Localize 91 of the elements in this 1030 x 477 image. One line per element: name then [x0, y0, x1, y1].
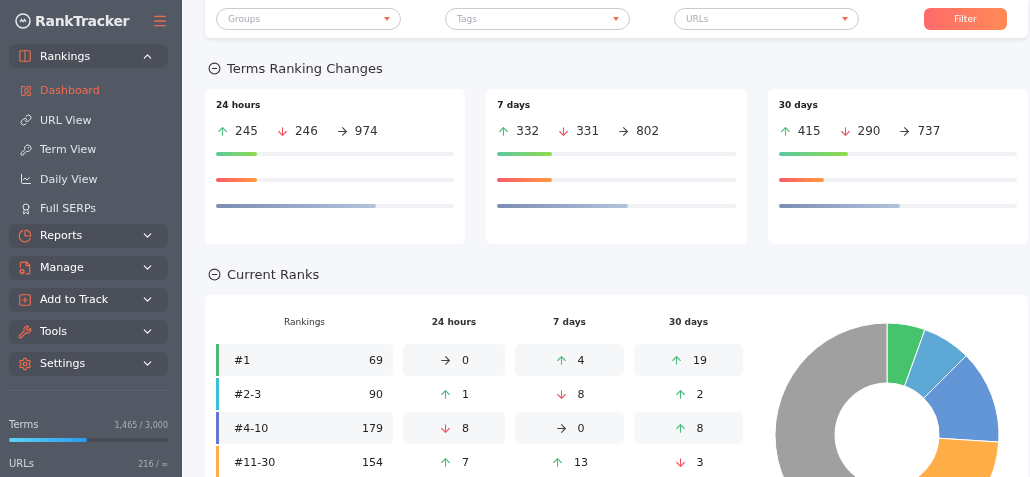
period-label: 24 hours — [216, 100, 262, 111]
column-header: 30 days — [667, 317, 710, 330]
arrow-up-icon — [216, 124, 229, 138]
arrow-up-icon — [554, 353, 568, 367]
key-icon — [20, 143, 32, 156]
change-value: 8 — [577, 387, 585, 401]
logo-text: RankTracker — [35, 13, 130, 29]
unchanged-count: 737 — [917, 124, 941, 139]
rank-count: 90 — [369, 387, 383, 401]
usage-label: URLs — [9, 457, 35, 469]
column-header: Rankings — [282, 317, 327, 330]
plus-square-icon — [18, 292, 32, 307]
usage-reading: 216 / ∞ — [138, 459, 168, 469]
logo-icon — [15, 13, 31, 29]
change-value: 2 — [696, 387, 704, 401]
up-count: 415 — [797, 124, 821, 139]
section-title: Current Ranks — [227, 267, 320, 283]
caret-icon — [842, 17, 848, 22]
arrow-up-icon — [673, 421, 687, 435]
change-value: 8 — [696, 421, 704, 435]
arrow-right-icon — [898, 124, 912, 138]
line-chart-icon — [20, 173, 32, 186]
wrench-icon — [18, 324, 32, 339]
column-header: 7 days — [552, 317, 587, 330]
nav-group[interactable]: Reports — [9, 223, 168, 248]
arrow-down-icon — [557, 124, 571, 138]
arrow-right-icon — [554, 421, 568, 435]
link-icon — [20, 114, 32, 127]
arrow-up-icon — [551, 455, 564, 469]
pie-chart-icon — [18, 228, 32, 243]
arrow-up-icon — [670, 353, 683, 367]
arrow-right-icon — [335, 124, 349, 138]
arrow-up-icon — [778, 124, 792, 138]
rank-label: #1 — [234, 353, 251, 367]
change-value: 0 — [577, 421, 585, 435]
section-title: Terms Ranking Changes — [227, 61, 383, 77]
rank-count: 179 — [362, 421, 383, 435]
caret-icon — [384, 17, 390, 22]
columns-icon — [18, 49, 32, 63]
down-count: 331 — [576, 124, 600, 139]
nav-item[interactable]: Term View — [9, 135, 168, 165]
change-value: 4 — [577, 353, 585, 367]
arrow-down-icon — [439, 421, 452, 435]
change-value: 19 — [693, 353, 707, 367]
file-gear-icon — [18, 260, 32, 275]
collapse-icon[interactable] — [208, 268, 221, 282]
nav-group[interactable]: Manage — [9, 255, 168, 280]
arrow-up-icon — [439, 387, 452, 401]
down-count: 246 — [294, 124, 318, 139]
rank-label: #2-3 — [234, 387, 262, 401]
nav-group[interactable]: Rankings — [9, 44, 168, 68]
column-header: 24 hours — [430, 317, 478, 330]
change-value: 1 — [462, 387, 469, 401]
rank-label: #4-10 — [234, 421, 269, 435]
arrow-down-icon — [275, 124, 289, 138]
up-count: 332 — [516, 124, 540, 139]
unchanged-count: 802 — [636, 124, 660, 139]
award-icon — [20, 202, 32, 215]
nav-group[interactable]: Tools — [9, 319, 168, 344]
collapse-icon[interactable] — [208, 62, 221, 76]
change-value: 0 — [462, 353, 469, 367]
rank-label: #11-30 — [234, 455, 276, 469]
arrow-down-icon — [673, 455, 687, 469]
arrow-down-icon — [838, 124, 852, 138]
nav-item[interactable]: Full SERPs — [9, 194, 168, 224]
nav-item[interactable]: Daily View — [9, 164, 168, 194]
rank-count: 154 — [362, 455, 383, 469]
up-count: 245 — [235, 124, 258, 139]
arrow-up-icon — [673, 387, 687, 401]
unchanged-count: 974 — [354, 124, 378, 139]
arrow-up-icon — [497, 124, 511, 138]
arrow-right-icon — [617, 124, 631, 138]
nav-item[interactable]: URL View — [9, 105, 168, 135]
arrow-right-icon — [439, 353, 452, 367]
usage-label: Terms — [9, 418, 39, 430]
layout-icon — [20, 84, 32, 97]
change-value: 3 — [696, 455, 704, 469]
change-value: 7 — [462, 455, 469, 469]
change-value: 8 — [462, 421, 469, 435]
settings-icon — [18, 356, 32, 371]
period-label: 30 days — [778, 100, 819, 111]
nav-group[interactable]: Add to Track — [9, 287, 168, 312]
period-label: 7 days — [497, 100, 532, 111]
caret-icon — [613, 17, 619, 22]
arrow-down-icon — [554, 387, 568, 401]
usage-reading: 1,465 / 3,000 — [114, 420, 168, 430]
arrow-up-icon — [439, 455, 452, 469]
rank-count: 69 — [369, 353, 383, 367]
change-value: 13 — [574, 455, 588, 469]
down-count: 290 — [857, 124, 881, 139]
nav-group[interactable]: Settings — [9, 351, 168, 376]
